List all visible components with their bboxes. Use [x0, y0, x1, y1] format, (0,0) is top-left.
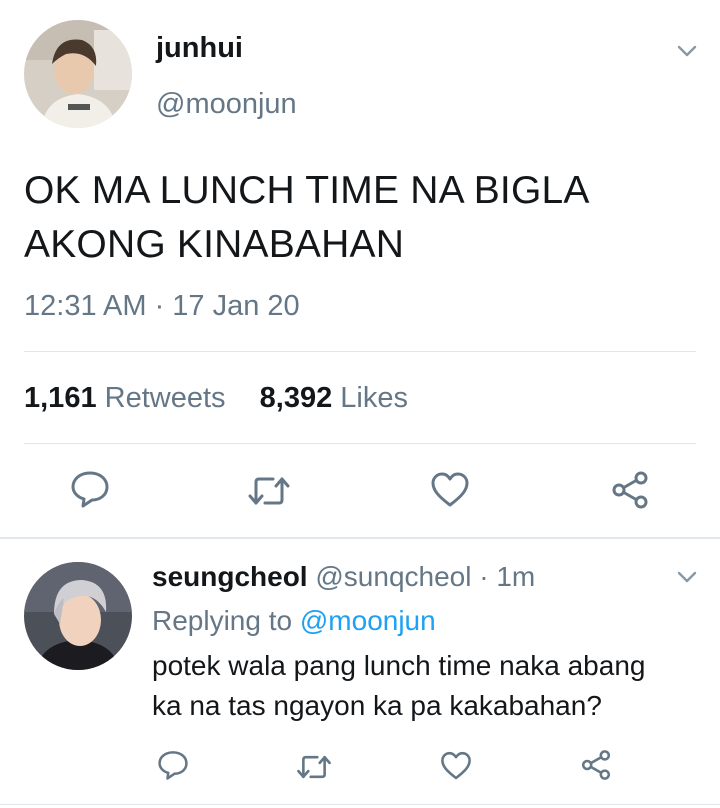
tweet-text-line: OK MA LUNCH TIME NA BIGLA — [24, 169, 590, 212]
reply-time[interactable]: 1m — [496, 561, 535, 592]
tweet-text-line: AKONG KINABAHAN — [24, 223, 405, 266]
reply-text: potek wala pang lunch time naka abang ka… — [152, 646, 712, 726]
retweets-label[interactable]: Retweets — [105, 382, 226, 414]
replying-mention-link[interactable]: @moonjun — [300, 605, 436, 636]
author-avatar[interactable] — [24, 20, 132, 128]
reply-icon[interactable] — [70, 470, 110, 508]
like-icon[interactable] — [430, 472, 470, 508]
share-icon[interactable] — [610, 470, 650, 510]
author-handle[interactable]: @moonjun — [156, 86, 297, 122]
retweet-icon[interactable] — [247, 474, 291, 508]
share-icon[interactable] — [580, 749, 612, 781]
replying-to: Replying to @moonjun — [152, 604, 436, 638]
reply-author-avatar[interactable] — [24, 562, 132, 670]
tweet-timestamp[interactable]: 12:31 AM · 17 Jan 20 — [24, 288, 300, 324]
reply-separator: · — [479, 561, 489, 592]
chevron-down-icon[interactable] — [676, 40, 698, 62]
reply-icon[interactable] — [157, 750, 189, 780]
replying-prefix: Replying to — [152, 605, 293, 636]
reply-header: seungcheol @sunqcheol · 1m — [152, 560, 535, 594]
divider — [24, 351, 696, 352]
author-display-name[interactable]: junhui — [156, 30, 243, 66]
retweets-count[interactable]: 1,161 — [24, 382, 97, 414]
tweet-text: OK MA LUNCH TIME NA BIGLA AKONG KINABAHA… — [24, 164, 694, 272]
divider — [0, 804, 720, 805]
reply-handle[interactable]: @sunqcheol — [315, 561, 471, 592]
tweet-stats: 1,161 Retweets 8,392 Likes — [24, 380, 408, 416]
reply-display-name[interactable]: seungcheol — [152, 561, 308, 592]
likes-count[interactable]: 8,392 — [260, 382, 333, 414]
retweet-icon[interactable] — [296, 753, 332, 781]
reply-text-line: potek wala pang lunch time naka abang — [152, 650, 646, 681]
section-divider — [0, 537, 720, 539]
reply-text-line: ka na tas ngayon ka pa kakabahan? — [152, 690, 602, 721]
divider — [24, 443, 696, 444]
chevron-down-icon[interactable] — [676, 566, 698, 588]
likes-label[interactable]: Likes — [340, 382, 408, 414]
like-icon[interactable] — [440, 751, 472, 781]
